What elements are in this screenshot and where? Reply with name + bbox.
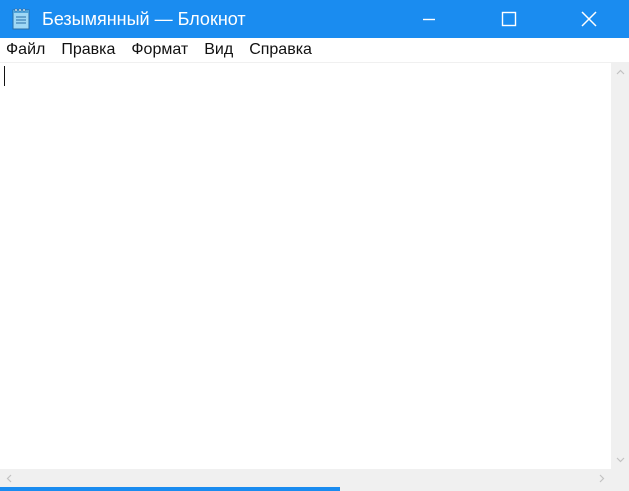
menu-view[interactable]: Вид (196, 38, 241, 62)
minimize-button[interactable] (389, 0, 469, 38)
scroll-down-button[interactable] (611, 451, 629, 469)
maximize-button[interactable] (469, 0, 549, 38)
text-editor[interactable] (0, 63, 611, 469)
vertical-scrollbar[interactable] (611, 63, 629, 469)
notepad-icon[interactable] (8, 6, 34, 32)
minimize-icon (423, 18, 435, 21)
menu-format[interactable]: Формат (123, 38, 196, 62)
text-caret (4, 66, 5, 86)
bottom-edge (0, 487, 629, 491)
chevron-right-icon (599, 474, 605, 482)
close-icon (581, 11, 597, 27)
chevron-left-icon (6, 474, 12, 482)
window-controls (389, 0, 629, 38)
window-title: Безымянный — Блокнот (42, 8, 246, 29)
menu-edit[interactable]: Правка (53, 38, 123, 62)
scroll-right-button[interactable] (593, 469, 611, 487)
menu-file[interactable]: Файл (0, 38, 53, 62)
menu-help[interactable]: Справка (241, 38, 320, 62)
notepad-window: Безымянный — Блокнот Файл Правка Формат … (0, 0, 629, 491)
title-bar[interactable]: Безымянный — Блокнот (0, 0, 629, 38)
scroll-corner (611, 469, 629, 487)
taskbar-accent (0, 487, 340, 491)
scroll-left-button[interactable] (0, 469, 18, 487)
menu-bar: Файл Правка Формат Вид Справка (0, 38, 629, 63)
chevron-up-icon (616, 69, 624, 75)
horizontal-scrollbar[interactable] (0, 469, 611, 487)
chevron-down-icon (616, 457, 624, 463)
close-button[interactable] (549, 0, 629, 38)
scroll-up-button[interactable] (611, 63, 629, 81)
maximize-icon (501, 11, 517, 27)
